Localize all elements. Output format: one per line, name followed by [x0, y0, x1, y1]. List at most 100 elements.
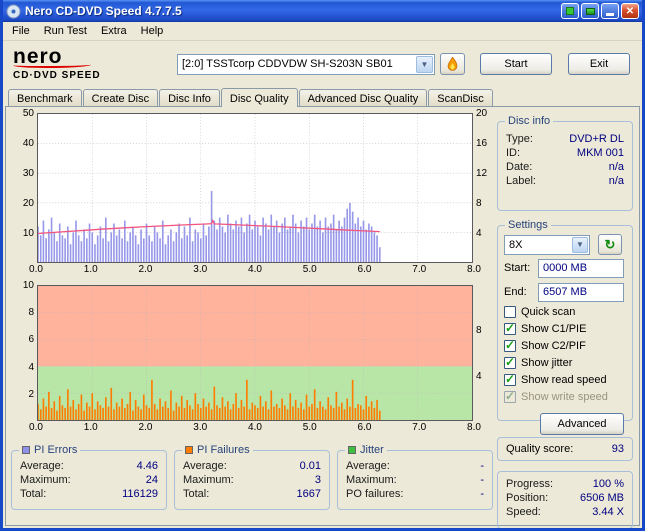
stat-value: 116129	[122, 488, 158, 500]
pi-errors-stats-box: PI Errors Average: 4.46 Maximum: 24 Total:…	[11, 444, 167, 510]
stat-value: -	[480, 460, 484, 472]
checkbox-icon	[504, 338, 516, 352]
titlebar-extra-button-1[interactable]	[561, 3, 579, 19]
axis-tick-label: 2	[28, 388, 34, 400]
exit-button[interactable]: Exit	[568, 53, 630, 75]
stat-label: Average:	[20, 460, 64, 472]
drive-select[interactable]: [2:0] TSSTcorp CDDVDW SH-S203N SB01 ▼	[177, 53, 435, 75]
pi-failures-legend-square	[185, 446, 193, 454]
end-position-input[interactable]	[538, 282, 624, 302]
progress-value: 100 %	[592, 478, 624, 490]
axis-tick-label: 30	[22, 168, 34, 180]
position-value: 6506 MB	[579, 492, 624, 504]
position-label: Position:	[506, 492, 549, 504]
chevron-down-icon[interactable]: ▼	[416, 55, 433, 73]
product-name-text: CD·DVD SPEED	[13, 70, 101, 81]
tab-disc-quality[interactable]: Disc Quality	[220, 88, 298, 107]
menu-help[interactable]: Help	[134, 23, 171, 39]
axis-tick-label: 50	[22, 108, 34, 120]
quality-score-box: Quality score: 93	[497, 437, 633, 461]
tab-benchmark[interactable]: Benchmark	[8, 89, 82, 106]
axis-tick-label: 4	[476, 228, 482, 240]
close-button[interactable]: ✕	[621, 3, 639, 19]
disc-label-label: Label:	[506, 175, 536, 187]
right-panel: Disc info Type: DVD+R DL ID: MKM 001 Date:…	[497, 115, 633, 528]
app-cd-icon	[6, 4, 21, 18]
stat-label: PO failures:	[346, 488, 404, 500]
menu-run-test[interactable]: Run Test	[37, 23, 94, 39]
checkbox-icon	[504, 372, 516, 386]
axis-tick-label: 2.0	[138, 264, 153, 275]
start-position-input[interactable]	[538, 258, 624, 278]
pie-chart-plot	[37, 113, 473, 263]
refresh-speeds-button[interactable]: ↻	[598, 234, 622, 255]
quality-score-label: Quality score:	[506, 443, 574, 455]
axis-tick-label: 0.0	[29, 264, 43, 275]
axis-tick-label: 8.0	[467, 422, 481, 433]
stats-row: PI Errors Average: 4.46 Maximum: 24 Total:…	[11, 444, 493, 510]
stat-value: 1667	[296, 488, 321, 500]
start-button[interactable]: Start	[480, 53, 552, 75]
stat-label: Average:	[183, 460, 227, 472]
pif-chart-right-axis: 48	[473, 285, 493, 421]
nero-logo: nero CD·DVD SPEED	[13, 46, 163, 81]
advanced-button[interactable]: Advanced	[540, 413, 624, 435]
checkbox-label: Show C2/PIF	[521, 340, 586, 352]
burn-settings-button[interactable]	[440, 53, 465, 75]
disc-info-box: Disc info Type: DVD+R DL ID: MKM 001 Date:…	[497, 115, 633, 211]
disc-label-value: n/a	[608, 175, 624, 187]
axis-tick-label: 5.0	[302, 422, 317, 433]
tab-disc-info[interactable]: Disc Info	[159, 89, 220, 106]
titlebar-extra-button-2[interactable]	[581, 3, 599, 19]
checkbox-show-c2-pif[interactable]: Show C2/PIF	[504, 338, 626, 354]
pif-chart-plot	[37, 285, 473, 421]
axis-tick-label: 3.0	[193, 264, 208, 275]
pie-errors-chart: 10 20 30 40 50 4 8 12 16 20 0.0 1.0 2.0 3.0 4.0 5.0 6.…	[11, 108, 493, 276]
minimize-button[interactable]	[601, 3, 619, 19]
checkbox-label: Quick scan	[521, 306, 576, 318]
close-icon: ✕	[625, 5, 635, 17]
checkbox-icon	[504, 306, 516, 318]
drive-select-value: [2:0] TSSTcorp CDDVDW SH-S203N SB01	[182, 58, 393, 70]
pi-errors-legend-square	[22, 446, 30, 454]
flame-icon	[447, 56, 458, 71]
jitter-legend-square	[348, 446, 356, 454]
axis-tick-label: 6.0	[357, 264, 372, 275]
tab-create-disc[interactable]: Create Disc	[82, 89, 159, 106]
axis-tick-label: 7.0	[412, 422, 427, 433]
axis-tick-label: 12	[476, 168, 488, 180]
disc-id-label: ID:	[506, 147, 521, 159]
disc-date-value: n/a	[608, 161, 624, 173]
axis-tick-label: 20	[22, 198, 34, 210]
speed-select[interactable]: 8X ▼	[504, 234, 590, 255]
axis-tick-label: 8	[28, 307, 34, 319]
chevron-down-icon[interactable]: ▼	[572, 236, 588, 253]
checkbox-label: Show write speed	[521, 391, 608, 403]
checkbox-show-read-speed[interactable]: Show read speed	[504, 372, 626, 388]
axis-tick-label: 10	[22, 280, 34, 292]
axis-tick-label: 4	[476, 370, 482, 382]
checkbox-show-jitter[interactable]: Show jitter	[504, 355, 626, 371]
axis-tick-label: 6.0	[357, 422, 372, 433]
menu-file[interactable]: File	[5, 23, 37, 39]
speed-label: Speed:	[506, 506, 541, 518]
menu-extra[interactable]: Extra	[94, 23, 134, 39]
axis-tick-label: 8	[476, 198, 482, 210]
stat-value: 0.01	[299, 460, 321, 472]
checkbox-show-c1-pie[interactable]: Show C1/PIE	[504, 321, 626, 337]
axis-tick-label: 0.0	[29, 422, 43, 433]
axis-tick-label: 10	[22, 228, 34, 240]
tab-scandisc[interactable]: ScanDisc	[428, 89, 493, 106]
window-title: Nero CD-DVD Speed 4.7.7.5	[25, 4, 182, 18]
axis-tick-label: 8	[476, 325, 482, 337]
pi-failures-stats-box: PI Failures Average: 0.01 Maximum: 3 Total…	[174, 444, 330, 510]
tab-advanced-disc-quality[interactable]: Advanced Disc Quality	[298, 89, 428, 106]
stat-value: 3	[314, 474, 321, 486]
checkbox-show-write-speed[interactable]: Show write speed	[504, 389, 626, 405]
title-bar[interactable]: Nero CD-DVD Speed 4.7.7.5 ✕	[3, 0, 642, 22]
checkbox-quick-scan[interactable]: Quick scan	[504, 304, 626, 320]
stat-value: -	[480, 474, 484, 486]
stat-value: -	[480, 488, 484, 500]
axis-tick-label: 2.0	[138, 422, 153, 433]
speed-select-value: 8X	[509, 238, 523, 251]
